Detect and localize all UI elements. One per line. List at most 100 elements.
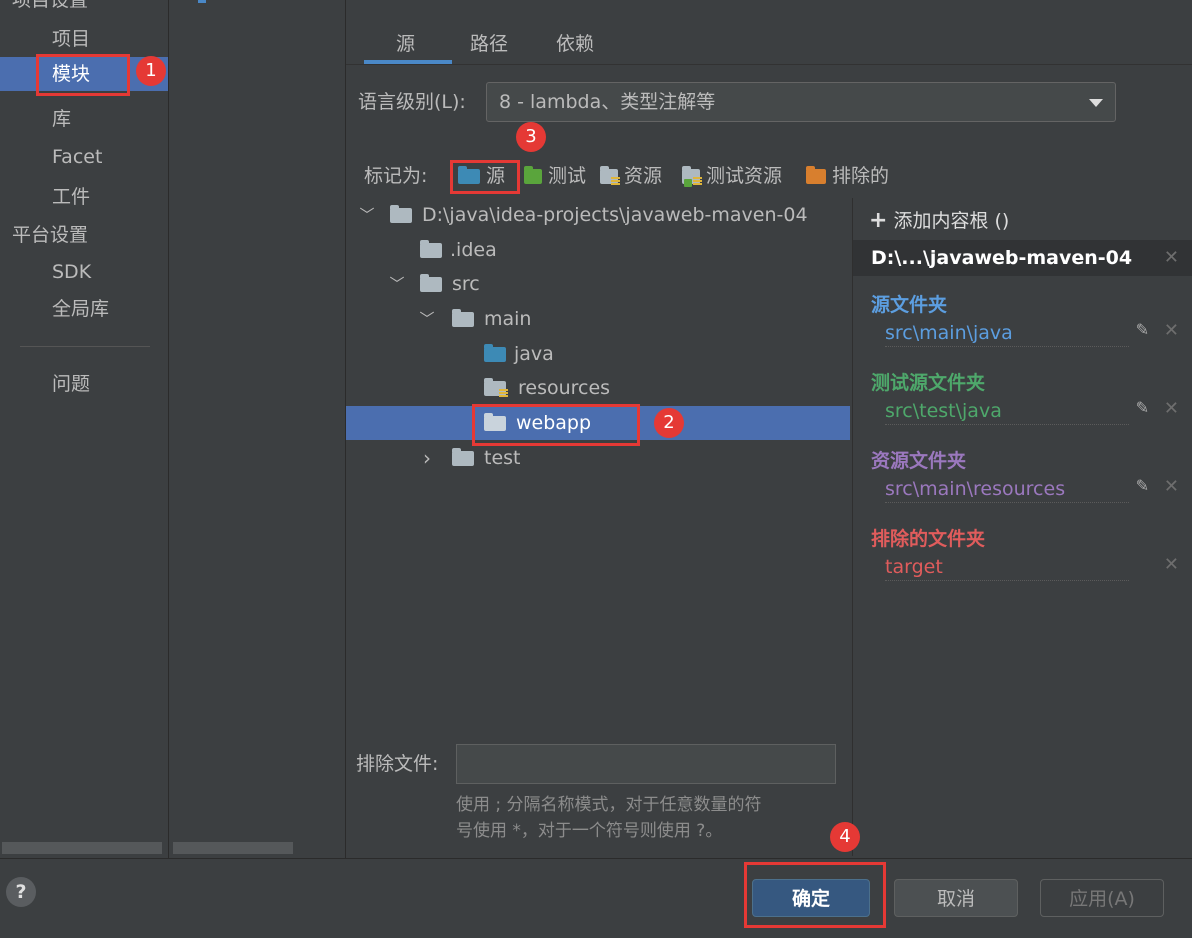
tree-row-resources[interactable]: resources (346, 371, 850, 405)
close-icon[interactable]: ✕ (1164, 240, 1179, 276)
chevron-down-icon[interactable]: ﹀ (388, 267, 406, 301)
module-content-tree[interactable]: ﹀ D:\java\idea-projects\javaweb-maven-04… (346, 198, 850, 740)
tree-row-java[interactable]: java (346, 337, 850, 371)
apply-button[interactable]: 应用(A) (1040, 879, 1164, 917)
language-level-value: 8 - lambda、类型注解等 (499, 91, 716, 113)
tree-label-resources: resources (518, 377, 611, 399)
folder-icon (452, 448, 474, 466)
close-icon[interactable]: ✕ (1164, 554, 1179, 575)
module-list-item-marker (198, 0, 206, 3)
source-folders-title: 源文件夹 (871, 294, 948, 316)
resource-folder-icon (484, 378, 508, 398)
nav-divider (20, 346, 150, 347)
pencil-icon[interactable]: ✎ (1136, 320, 1149, 339)
nav-scrollbar[interactable] (2, 842, 162, 854)
pencil-icon[interactable]: ✎ (1136, 476, 1149, 495)
nav-item-sdk[interactable]: SDK (0, 255, 168, 289)
nav-item-project[interactable]: 项目 (0, 22, 168, 56)
folder-icon (452, 309, 474, 327)
test-source-folder-path: src\test\java (885, 400, 1002, 422)
close-icon[interactable]: ✕ (1164, 398, 1179, 419)
module-list-scrollbar[interactable] (173, 842, 293, 854)
nav-item-problems[interactable]: 问题 (0, 367, 168, 401)
folder-icon (420, 274, 442, 292)
excluded-folder-icon (806, 166, 826, 184)
close-icon[interactable]: ✕ (1164, 476, 1179, 497)
mark-as-resources-label: 资源 (624, 165, 663, 187)
tab-dependencies[interactable]: 依赖 (556, 28, 594, 60)
folder-icon (420, 240, 442, 258)
mark-as-test-resources-button[interactable]: 测试资源 (682, 160, 782, 192)
tree-label-java: java (514, 343, 554, 365)
content-root-path: D:\...\javaweb-maven-04 (871, 247, 1133, 269)
annotation-badge-1: 1 (136, 56, 166, 86)
tree-row-test[interactable]: › test (346, 441, 850, 475)
nav-item-libraries[interactable]: 库 (0, 102, 168, 136)
nav-header-project-settings: 项目设置 (12, 0, 89, 11)
annotation-highlight-modules (36, 54, 130, 96)
tree-label-src: src (452, 273, 480, 295)
pencil-icon[interactable]: ✎ (1136, 398, 1149, 417)
tab-sources[interactable]: 源 (396, 28, 415, 60)
test-source-folder-entry: src\test\java (885, 398, 1129, 425)
dialog-button-bar: ? 确定 取消 应用(A) (0, 858, 1192, 938)
excluded-folders-title: 排除的文件夹 (871, 528, 986, 550)
folder-icon (390, 205, 412, 223)
nav-item-artifacts[interactable]: 工件 (0, 180, 168, 214)
tree-label-main: main (484, 308, 532, 330)
mark-as-label: 标记为: (364, 165, 428, 187)
content-root-header: D:\...\javaweb-maven-04 ✕ (853, 240, 1192, 276)
source-folder-icon (484, 344, 506, 362)
tree-label-root: D:\java\idea-projects\javaweb-maven-04 (422, 204, 808, 226)
module-list (170, 0, 346, 858)
chevron-right-icon[interactable]: › (418, 441, 436, 475)
exclude-files-help-line2: 号使用 *，对于一个符号则使用 ?。 (456, 821, 723, 841)
source-folder-entry: src\main\java (885, 320, 1129, 347)
plus-icon: + (869, 208, 888, 233)
close-icon[interactable]: ✕ (1164, 320, 1179, 341)
annotation-highlight-mark-sources (450, 160, 520, 194)
settings-nav: 项目设置 项目 模块 库 Facet 工件 平台设置 SDK 全局库 问题 (0, 0, 169, 858)
tree-row-src[interactable]: ﹀ src (346, 267, 850, 301)
chevron-down-icon (1089, 99, 1103, 107)
cancel-button[interactable]: 取消 (894, 879, 1018, 917)
chevron-down-icon[interactable]: ﹀ (418, 302, 436, 336)
source-folder-path: src\main\java (885, 322, 1013, 344)
mark-as-excluded-button[interactable]: 排除的 (806, 160, 889, 192)
excluded-folder-path: target (885, 556, 943, 578)
resource-folder-path: src\main\resources (885, 478, 1066, 500)
mark-as-tests-button[interactable]: 测试 (524, 160, 586, 192)
mark-as-resources-button[interactable]: 资源 (600, 160, 662, 192)
mark-as-excluded-label: 排除的 (832, 165, 890, 187)
add-content-root-label: 添加内容根 () (893, 210, 1010, 232)
resource-folders-title: 资源文件夹 (871, 450, 967, 472)
excluded-folder-entry: target (885, 554, 1129, 581)
chevron-down-icon[interactable]: ﹀ (358, 198, 376, 232)
tree-row-root[interactable]: ﹀ D:\java\idea-projects\javaweb-maven-04 (346, 198, 850, 232)
exclude-files-label: 排除文件: (356, 753, 439, 775)
exclude-files-input[interactable] (456, 744, 836, 784)
help-icon[interactable]: ? (6, 877, 36, 907)
exclude-files-help: 使用 ; 分隔名称模式，对于任意数量的符 号使用 *，对于一个符号则使用 ?。 (456, 792, 762, 844)
annotation-badge-3: 3 (516, 122, 546, 152)
tab-paths[interactable]: 路径 (470, 28, 508, 60)
nav-item-facet[interactable]: Facet (0, 140, 168, 174)
mark-as-tests-label: 测试 (548, 165, 587, 187)
tree-label-test: test (484, 447, 521, 469)
tabs-separator (346, 64, 1192, 65)
tree-row-main[interactable]: ﹀ main (346, 302, 850, 336)
mark-as-test-resources-label: 测试资源 (706, 165, 783, 187)
annotation-highlight-webapp (472, 404, 640, 446)
tree-row-idea[interactable]: .idea (346, 233, 850, 267)
annotation-badge-4: 4 (830, 822, 860, 852)
resource-folder-entry: src\main\resources (885, 476, 1129, 503)
nav-item-global-libraries[interactable]: 全局库 (0, 292, 168, 326)
language-level-select[interactable]: 8 - lambda、类型注解等 (486, 82, 1116, 122)
tree-label-idea: .idea (450, 239, 497, 261)
nav-header-platform-settings: 平台设置 (12, 224, 89, 246)
annotation-highlight-ok (744, 862, 886, 928)
add-content-root-button[interactable]: + 添加内容根 () (869, 206, 1009, 236)
test-source-folders-title: 测试源文件夹 (871, 372, 986, 394)
language-level-label: 语言级别(L): (358, 91, 466, 113)
annotation-badge-2: 2 (654, 408, 684, 438)
